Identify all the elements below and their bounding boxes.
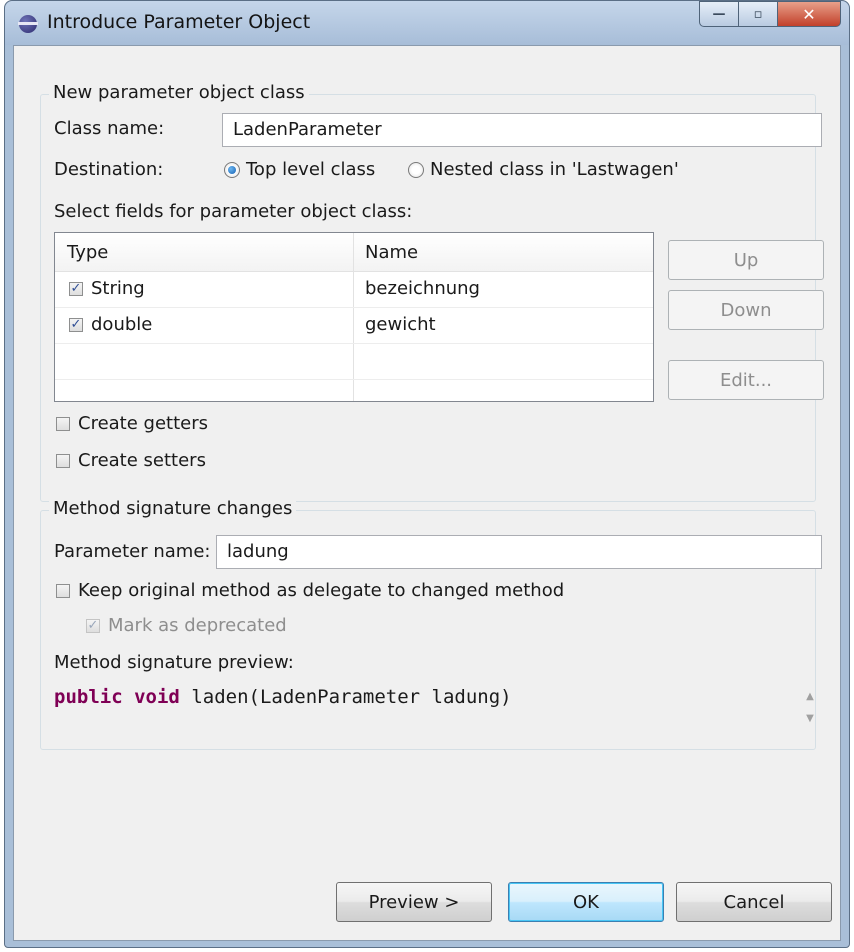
- column-header-type[interactable]: Type: [67, 242, 108, 263]
- scroll-down-icon[interactable]: ▼: [802, 708, 818, 730]
- class-name-input[interactable]: LadenParameter: [222, 113, 822, 147]
- checkbox-empty-icon: [56, 584, 70, 598]
- window-controls: — ▫ ✕: [699, 1, 841, 27]
- radio-top-level[interactable]: Top level class: [224, 159, 375, 180]
- check-icon[interactable]: ✓: [69, 282, 83, 296]
- close-icon: ✕: [802, 4, 816, 24]
- signature-text: public void laden(LadenParameter ladung): [54, 686, 512, 708]
- row-type: String: [91, 278, 145, 299]
- signature-rest: laden(LadenParameter ladung): [191, 686, 512, 708]
- mark-deprecated-checkbox[interactable]: ✓ Mark as deprecated: [86, 615, 287, 636]
- maximize-icon: ▫: [753, 6, 763, 22]
- checkbox-empty-icon: [56, 417, 70, 431]
- keyword-void: void: [134, 686, 180, 708]
- create-getters-label: Create getters: [78, 413, 208, 434]
- keep-original-label: Keep original method as delegate to chan…: [78, 580, 565, 601]
- table-header: Type Name: [55, 233, 653, 272]
- row-name: bezeichnung: [365, 278, 480, 299]
- table-row[interactable]: ✓ String bezeichnung: [55, 272, 653, 308]
- dialog-body: New parameter object class Class name: L…: [13, 45, 841, 941]
- create-setters-label: Create setters: [78, 450, 206, 471]
- up-button[interactable]: Up: [668, 240, 824, 280]
- check-icon[interactable]: ✓: [69, 318, 83, 332]
- down-button[interactable]: Down: [668, 290, 824, 330]
- window-title: Introduce Parameter Object: [47, 11, 311, 33]
- class-name-label: Class name:: [54, 118, 165, 139]
- fields-table[interactable]: Type Name ✓ String bezeichnung ✓ double ge…: [54, 232, 654, 402]
- column-header-name[interactable]: Name: [365, 242, 418, 263]
- cancel-button[interactable]: Cancel: [676, 882, 832, 922]
- signature-preview[interactable]: public void laden(LadenParameter ladung): [50, 678, 832, 742]
- ok-button[interactable]: OK: [508, 882, 664, 922]
- title-bar[interactable]: Introduce Parameter Object — ▫ ✕: [5, 1, 849, 45]
- row-type: double: [91, 314, 153, 335]
- preview-label: Method signature preview:: [54, 652, 294, 673]
- parameter-name-label: Parameter name:: [54, 541, 211, 562]
- edit-button[interactable]: Edit...: [668, 360, 824, 400]
- create-setters-checkbox[interactable]: Create setters: [56, 450, 206, 471]
- keep-original-checkbox[interactable]: Keep original method as delegate to chan…: [56, 580, 564, 601]
- keyword-public: public: [54, 686, 123, 708]
- minimize-button[interactable]: —: [699, 1, 739, 27]
- dialog-window: Introduce Parameter Object — ▫ ✕ New par…: [4, 0, 850, 948]
- radio-selected-icon: [224, 162, 240, 178]
- method-changes-group-title: Method signature changes: [49, 498, 297, 519]
- create-getters-checkbox[interactable]: Create getters: [56, 413, 208, 434]
- radio-unselected-icon: [408, 162, 424, 178]
- radio-top-level-label: Top level class: [246, 159, 376, 180]
- preview-scrollbar[interactable]: ▲ ▼: [802, 686, 818, 738]
- table-row-empty: [55, 344, 653, 380]
- eclipse-icon: [18, 15, 38, 33]
- minimize-icon: —: [712, 6, 726, 22]
- destination-label: Destination:: [54, 159, 164, 180]
- radio-nested[interactable]: Nested class in 'Lastwagen': [408, 159, 679, 180]
- fields-label: Select fields for parameter object class…: [54, 201, 413, 222]
- table-row[interactable]: ✓ double gewicht: [55, 308, 653, 344]
- parameter-name-input[interactable]: ladung: [216, 535, 822, 569]
- preview-button[interactable]: Preview >: [336, 882, 492, 922]
- new-class-group-title: New parameter object class: [49, 82, 309, 103]
- maximize-button[interactable]: ▫: [739, 1, 778, 27]
- close-button[interactable]: ✕: [778, 1, 841, 27]
- mark-deprecated-label: Mark as deprecated: [108, 615, 287, 636]
- radio-nested-label: Nested class in 'Lastwagen': [430, 159, 679, 180]
- check-icon: ✓: [86, 618, 100, 633]
- row-name: gewicht: [365, 314, 436, 335]
- checkbox-empty-icon: [56, 454, 70, 468]
- scroll-up-icon[interactable]: ▲: [802, 686, 818, 708]
